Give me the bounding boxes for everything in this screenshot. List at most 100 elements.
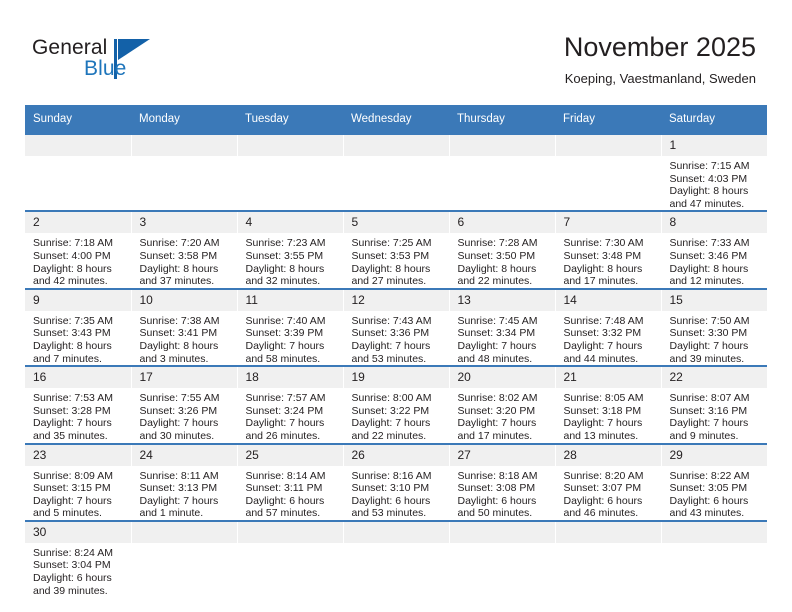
daylight-text: Daylight: 7 hours [351,339,431,352]
calendar-day-cell[interactable]: 18 Sunrise: 7:57 AM Sunset: 3:24 PM Dayligh… [237,365,344,444]
calendar-day-cell[interactable]: 7 Sunrise: 7:30 AM Sunset: 3:48 PM Daylight… [555,210,662,289]
day-number: 27 [449,444,555,466]
day-number [343,135,449,156]
sunrise-text: Sunrise: 8:18 AM [457,469,538,482]
calendar-day-cell[interactable]: 28 Sunrise: 8:20 AM Sunset: 3:07 PM Dayligh… [555,442,662,521]
calendar-day-cell[interactable]: 2 Sunrise: 7:18 AM Sunset: 4:00 PM Daylight… [25,210,132,289]
daylight-text: Daylight: 6 hours [33,572,112,585]
daylight-text-cont: and 26 minutes. [245,429,321,442]
sunset-text: Sunset: 3:50 PM [457,249,536,262]
calendar-day-cell-empty [555,519,662,598]
sunset-text: Sunset: 3:22 PM [351,404,430,417]
sunset-text: Sunset: 3:32 PM [563,327,642,340]
calendar-day-cell-empty [449,132,556,212]
day-number: 18 [237,367,343,389]
daylight-text: Daylight: 8 hours [351,262,431,275]
sunrise-text: Sunrise: 7:35 AM [33,314,113,327]
day-details: Sunrise: 8:00 AM Sunset: 3:22 PM Daylight:… [344,388,449,442]
generalblue-logo[interactable]: General Blue [32,36,172,92]
calendar-day-cell[interactable]: 9 Sunrise: 7:35 AM Sunset: 3:43 PM Daylight… [25,287,132,367]
sunset-text: Sunset: 3:08 PM [457,482,536,495]
calendar-day-cell[interactable]: 1 Sunrise: 7:15 AM Sunset: 4:03 PM Daylight… [661,132,767,212]
daylight-text: Daylight: 7 hours [139,417,219,430]
calendar-day-cell[interactable]: 22 Sunrise: 8:07 AM Sunset: 3:16 PM Dayligh… [661,365,768,444]
day-details: Sunrise: 7:28 AM Sunset: 3:50 PM Daylight:… [450,233,555,287]
calendar-day-cell[interactable]: 17 Sunrise: 7:55 AM Sunset: 3:26 PM Dayligh… [131,365,238,444]
sunrise-text: Sunrise: 8:07 AM [669,392,750,405]
calendar-day-cell[interactable]: 5 Sunrise: 7:25 AM Sunset: 3:53 PM Daylight… [343,210,450,289]
calendar-day-cell[interactable]: 15 Sunrise: 7:50 AM Sunset: 3:30 PM Dayligh… [661,287,767,367]
sunrise-text: Sunrise: 8:00 AM [351,392,432,405]
daylight-text: Daylight: 7 hours [33,417,112,430]
day-details: Sunrise: 8:20 AM Sunset: 3:07 PM Daylight:… [556,466,661,520]
daylight-text: Daylight: 8 hours [33,339,112,352]
day-number: 26 [343,444,449,466]
calendar-page: General Blue November 2025 Koeping, Vaes… [0,0,792,612]
weekday-header-wednesday: Wednesday [343,105,449,134]
day-details: Sunrise: 7:25 AM Sunset: 3:53 PM Daylight:… [344,233,449,287]
sunrise-text: Sunrise: 8:24 AM [33,546,113,559]
day-details: Sunrise: 7:23 AM Sunset: 3:55 PM Daylight:… [238,233,343,287]
daylight-text: Daylight: 6 hours [669,494,749,507]
calendar-day-cell[interactable]: 16 Sunrise: 7:53 AM Sunset: 3:28 PM Dayligh… [25,365,132,444]
day-number: 2 [25,212,131,234]
day-details: Sunrise: 7:43 AM Sunset: 3:36 PM Daylight:… [344,311,449,365]
sunset-text: Sunset: 3:34 PM [457,327,536,340]
calendar-day-cell[interactable]: 29 Sunrise: 8:22 AM Sunset: 3:05 PM Dayligh… [661,442,767,521]
calendar-day-cell[interactable]: 25 Sunrise: 8:14 AM Sunset: 3:11 PM Dayligh… [237,442,344,521]
calendar-day-cell[interactable]: 11 Sunrise: 7:40 AM Sunset: 3:39 PM Dayligh… [237,287,344,367]
calendar-day-cell[interactable]: 3 Sunrise: 7:20 AM Sunset: 3:58 PM Daylight… [131,210,238,289]
day-number: 12 [343,289,449,311]
day-details: Sunrise: 7:57 AM Sunset: 3:24 PM Daylight:… [238,388,343,442]
day-details: Sunrise: 7:18 AM Sunset: 4:00 PM Daylight:… [25,233,131,287]
day-details: Sunrise: 8:05 AM Sunset: 3:18 PM Daylight:… [556,388,661,442]
day-details: Sunrise: 7:40 AM Sunset: 3:39 PM Daylight:… [238,311,343,365]
calendar-day-cell[interactable]: 4 Sunrise: 7:23 AM Sunset: 3:55 PM Daylight… [237,210,344,289]
calendar-day-cell[interactable]: 20 Sunrise: 8:02 AM Sunset: 3:20 PM Dayligh… [449,365,556,444]
calendar-day-cell[interactable]: 30 Sunrise: 8:24 AM Sunset: 3:04 PM Dayligh… [25,519,132,598]
sunset-text: Sunset: 3:24 PM [245,404,324,417]
calendar-day-cell-empty [237,132,344,212]
day-number: 5 [343,212,449,234]
daylight-text: Daylight: 7 hours [457,417,537,430]
sunset-text: Sunset: 3:11 PM [245,482,323,495]
sunrise-text: Sunrise: 7:57 AM [245,392,326,405]
day-details: Sunrise: 8:07 AM Sunset: 3:16 PM Daylight:… [662,388,768,442]
sunset-text: Sunset: 3:43 PM [33,327,111,340]
daylight-text-cont: and 7 minutes. [33,352,102,365]
daylight-text-cont: and 44 minutes. [563,352,639,365]
sunset-text: Sunset: 4:00 PM [33,249,111,262]
calendar-day-cell[interactable]: 27 Sunrise: 8:18 AM Sunset: 3:08 PM Dayligh… [449,442,556,521]
sunset-text: Sunset: 3:53 PM [351,249,430,262]
calendar-day-cell[interactable]: 10 Sunrise: 7:38 AM Sunset: 3:41 PM Dayligh… [131,287,238,367]
calendar-day-cell[interactable]: 6 Sunrise: 7:28 AM Sunset: 3:50 PM Daylight… [449,210,556,289]
day-number: 8 [661,212,767,234]
title-block: November 2025 Koeping, Vaestmanland, Swe… [564,30,756,87]
calendar-day-cell[interactable]: 21 Sunrise: 8:05 AM Sunset: 3:18 PM Dayligh… [555,365,662,444]
calendar-day-cell[interactable]: 13 Sunrise: 7:45 AM Sunset: 3:34 PM Dayligh… [449,287,556,367]
daylight-text: Daylight: 7 hours [351,417,431,430]
calendar-day-cell[interactable]: 19 Sunrise: 8:00 AM Sunset: 3:22 PM Dayligh… [343,365,450,444]
sunrise-text: Sunrise: 8:14 AM [245,469,326,482]
daylight-text-cont: and 27 minutes. [351,275,427,288]
sunset-text: Sunset: 3:13 PM [139,482,218,495]
daylight-text-cont: and 1 minute. [139,507,204,520]
calendar-day-cell[interactable]: 14 Sunrise: 7:48 AM Sunset: 3:32 PM Dayligh… [555,287,662,367]
calendar-day-cell[interactable]: 23 Sunrise: 8:09 AM Sunset: 3:15 PM Dayligh… [25,442,132,521]
day-number [343,521,449,543]
daylight-text-cont: and 39 minutes. [669,352,745,365]
sunset-text: Sunset: 3:15 PM [33,482,111,495]
day-details: Sunrise: 8:18 AM Sunset: 3:08 PM Daylight:… [450,466,555,520]
daylight-text: Daylight: 7 hours [457,339,537,352]
calendar-day-cell[interactable]: 8 Sunrise: 7:33 AM Sunset: 3:46 PM Daylight… [661,210,767,289]
calendar-day-cell[interactable]: 24 Sunrise: 8:11 AM Sunset: 3:13 PM Dayligh… [131,442,238,521]
day-number [131,521,237,543]
calendar-week-row: 9 Sunrise: 7:35 AM Sunset: 3:43 PM Daylight… [25,287,767,367]
calendar-day-cell[interactable]: 26 Sunrise: 8:16 AM Sunset: 3:10 PM Dayligh… [343,442,450,521]
calendar-day-cell[interactable]: 12 Sunrise: 7:43 AM Sunset: 3:36 PM Dayligh… [343,287,450,367]
calendar-day-cell-empty [131,519,238,598]
day-number: 14 [555,289,661,311]
calendar-week-row: 23 Sunrise: 8:09 AM Sunset: 3:15 PM Dayligh… [25,442,767,521]
daylight-text: Daylight: 6 hours [245,494,325,507]
daylight-text: Daylight: 7 hours [245,339,325,352]
